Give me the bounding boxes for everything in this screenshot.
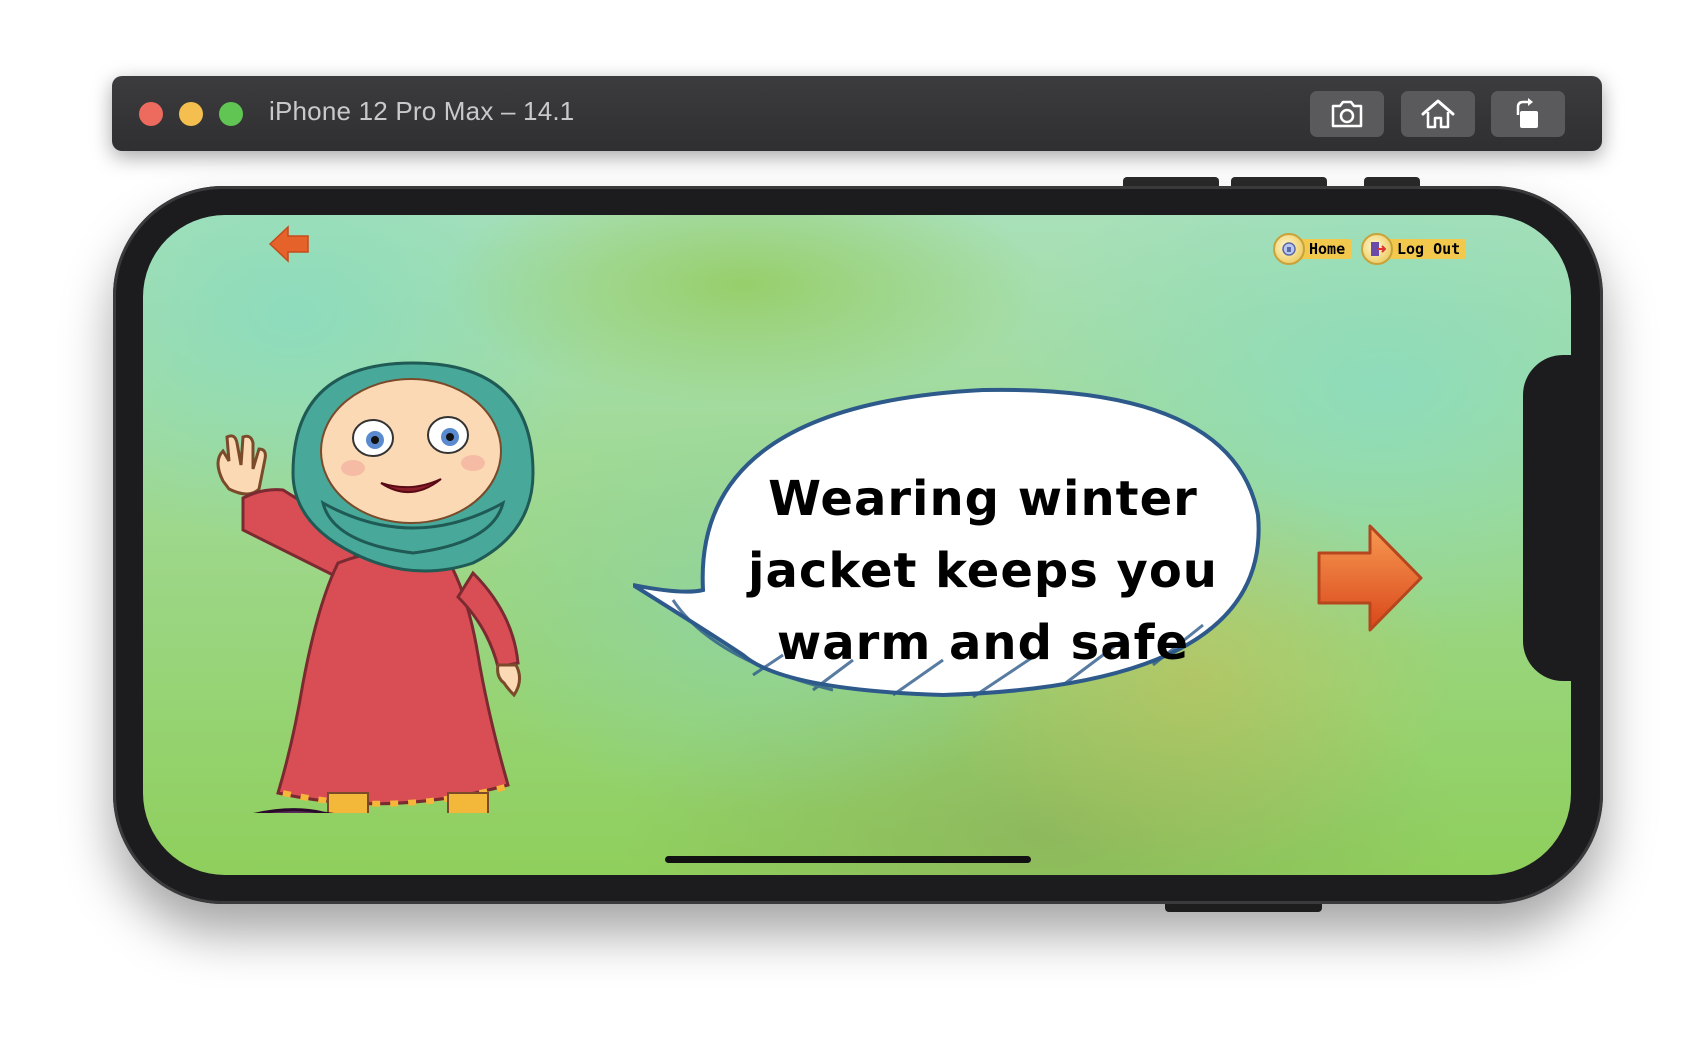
home-nav-label: Home (1301, 239, 1352, 259)
next-arrow-icon[interactable] (1315, 523, 1425, 633)
minimize-window-button[interactable] (179, 102, 203, 126)
close-window-button[interactable] (139, 102, 163, 126)
home-indicator[interactable] (665, 856, 1031, 863)
back-arrow-icon[interactable] (268, 224, 312, 264)
screenshot-icon (1331, 100, 1363, 128)
zoom-window-button[interactable] (219, 102, 243, 126)
home-nav-button[interactable]: Home (1273, 232, 1352, 266)
rotate-button[interactable] (1491, 91, 1565, 137)
logout-nav-label: Log Out (1389, 239, 1467, 259)
app-screen: Home Log Out Wearing winter jacket keeps… (143, 215, 1571, 875)
home-badge-icon (1273, 233, 1305, 265)
sensor-notch (1523, 355, 1583, 681)
speech-bubble-text: Wearing winter jacket keeps you warm and… (748, 471, 1218, 671)
logout-badge-icon (1361, 233, 1393, 265)
rotate-icon (1516, 98, 1538, 128)
window-title: iPhone 12 Pro Max – 14.1 (269, 96, 575, 126)
girl-character-illustration (216, 361, 535, 813)
simulator-titlebar: iPhone 12 Pro Max – 14.1 (112, 76, 1602, 151)
screenshot-button[interactable] (1310, 91, 1384, 137)
iphone-device-frame: Home Log Out Wearing winter jacket keeps… (113, 186, 1603, 904)
logout-nav-button[interactable]: Log Out (1361, 232, 1467, 266)
home-button[interactable] (1401, 91, 1475, 137)
home-icon (1421, 99, 1455, 129)
